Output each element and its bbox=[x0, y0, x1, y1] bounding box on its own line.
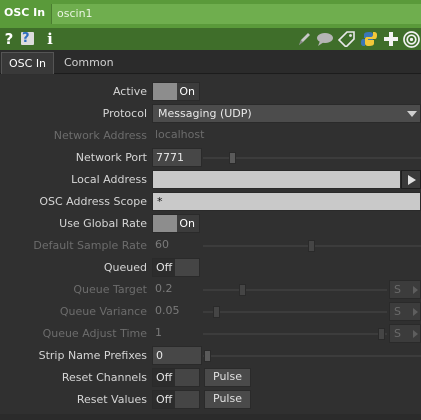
slider-handle[interactable] bbox=[239, 284, 246, 296]
param-label: Use Global Rate bbox=[59, 217, 147, 230]
toggle-knob bbox=[153, 215, 177, 232]
param-queue-adjust-time: Queue Adjust Time 1 S bbox=[0, 323, 421, 345]
use-global-rate-toggle[interactable]: On bbox=[152, 214, 200, 233]
param-label: Reset Values bbox=[76, 393, 147, 406]
panel-bottom-edge bbox=[0, 414, 421, 420]
menu-value: Messaging (UDP) bbox=[158, 107, 252, 120]
chevron-down-icon bbox=[407, 111, 417, 117]
queue-variance-field[interactable]: 0.05 bbox=[152, 302, 202, 321]
tag-icon[interactable] bbox=[338, 31, 355, 47]
param-label: Queue Target bbox=[73, 283, 147, 296]
slider-handle[interactable] bbox=[229, 152, 236, 164]
param-label: Network Address bbox=[53, 129, 147, 142]
protocol-menu[interactable]: Messaging (UDP) bbox=[152, 104, 421, 123]
param-queue-target: Queue Target 0.2 S bbox=[0, 279, 421, 301]
local-address-field[interactable] bbox=[152, 170, 401, 189]
network-port-field[interactable]: 7771 bbox=[152, 148, 202, 167]
param-label: Local Address bbox=[71, 173, 147, 186]
strip-name-prefixes-field[interactable]: 0 bbox=[152, 346, 202, 365]
python-icon[interactable] bbox=[360, 31, 378, 47]
parameter-list: Active On Protocol Messaging (UDP) Netwo… bbox=[0, 75, 421, 420]
param-label: Queue Adjust Time bbox=[42, 327, 147, 340]
param-queue-variance: Queue Variance 0.05 S bbox=[0, 301, 421, 323]
reset-values-pulse-button[interactable]: Pulse bbox=[204, 390, 251, 409]
param-default-sample-rate: Default Sample Rate 60 bbox=[0, 235, 421, 257]
param-local-address: Local Address bbox=[0, 169, 421, 191]
param-osc-address-scope: OSC Address Scope * bbox=[0, 191, 421, 213]
units-label: S bbox=[394, 305, 401, 318]
play-arrow-icon bbox=[413, 308, 418, 316]
slider-track[interactable] bbox=[203, 311, 387, 313]
operator-title-bar: OSC In oscin1 bbox=[0, 0, 421, 28]
param-label: Network Port bbox=[75, 151, 147, 164]
reset-channels-pulse-button[interactable]: Pulse bbox=[204, 368, 251, 387]
edit-pencil-icon[interactable] bbox=[297, 31, 311, 47]
tab-common[interactable]: Common bbox=[57, 52, 121, 74]
queued-toggle[interactable]: Off bbox=[152, 258, 200, 277]
reset-values-toggle[interactable]: Off bbox=[152, 390, 200, 409]
slider-track[interactable] bbox=[203, 355, 421, 357]
toggle-state: On bbox=[179, 217, 195, 230]
toggle-state: On bbox=[179, 85, 195, 98]
slider-handle[interactable] bbox=[308, 240, 315, 252]
tab-osc-in[interactable]: OSC In bbox=[1, 52, 55, 74]
toggle-knob bbox=[175, 369, 199, 386]
operator-name-field[interactable]: oscin1 bbox=[51, 4, 421, 24]
param-network-port: Network Port 7771 bbox=[0, 147, 421, 169]
parameter-page-tabs: OSC In Common bbox=[0, 50, 421, 74]
parameter-toolbar: ? ? i bbox=[0, 28, 421, 50]
queue-adjust-time-units-menu[interactable]: S bbox=[389, 324, 421, 343]
slider-track[interactable] bbox=[203, 289, 387, 291]
param-label: Active bbox=[112, 85, 147, 98]
viewer-icon[interactable] bbox=[403, 31, 420, 48]
toggle-knob bbox=[175, 391, 199, 408]
slider-handle[interactable] bbox=[204, 350, 211, 362]
python-help-icon[interactable]: ? bbox=[18, 30, 36, 48]
param-label: Queue Variance bbox=[59, 305, 147, 318]
comment-icon[interactable] bbox=[316, 31, 334, 47]
queue-adjust-time-field[interactable]: 1 bbox=[152, 324, 202, 343]
local-address-menu-button[interactable] bbox=[401, 170, 421, 189]
toggle-knob bbox=[175, 259, 199, 276]
reset-channels-toggle[interactable]: Off bbox=[152, 368, 200, 387]
help-icon[interactable]: ? bbox=[3, 30, 15, 48]
play-arrow-icon bbox=[413, 286, 418, 294]
active-toggle[interactable]: On bbox=[152, 82, 200, 101]
queue-variance-units-menu[interactable]: S bbox=[389, 302, 421, 321]
param-active: Active On bbox=[0, 81, 421, 103]
queue-target-field[interactable]: 0.2 bbox=[152, 280, 202, 299]
operator-type-label: OSC In bbox=[4, 6, 46, 19]
units-label: S bbox=[394, 327, 401, 340]
param-label: Protocol bbox=[102, 107, 147, 120]
param-strip-name-prefixes: Strip Name Prefixes 0 bbox=[0, 345, 421, 367]
slider-track[interactable] bbox=[203, 333, 387, 335]
param-label: Queued bbox=[103, 261, 147, 274]
network-address-field[interactable]: localhost bbox=[152, 126, 207, 145]
play-arrow-icon bbox=[413, 330, 418, 338]
toggle-state: Off bbox=[156, 261, 173, 274]
toggle-state: Off bbox=[156, 371, 173, 384]
param-use-global-rate: Use Global Rate On bbox=[0, 213, 421, 235]
param-network-address: Network Address localhost bbox=[0, 125, 421, 147]
plus-icon[interactable] bbox=[383, 31, 399, 47]
play-arrow-icon bbox=[408, 175, 416, 185]
toggle-state: Off bbox=[156, 393, 173, 406]
toggle-knob bbox=[153, 83, 177, 100]
queue-target-units-menu[interactable]: S bbox=[389, 280, 421, 299]
param-label: Reset Channels bbox=[61, 371, 147, 384]
param-protocol: Protocol Messaging (UDP) bbox=[0, 103, 421, 125]
info-icon[interactable]: i bbox=[46, 30, 54, 48]
param-reset-channels: Reset Channels Off Pulse bbox=[0, 367, 421, 389]
osc-address-scope-field[interactable]: * bbox=[152, 192, 421, 211]
param-queued: Queued Off bbox=[0, 257, 421, 279]
slider-handle[interactable] bbox=[213, 306, 220, 318]
param-label: Strip Name Prefixes bbox=[38, 349, 147, 362]
default-sample-rate-field[interactable]: 60 bbox=[152, 236, 202, 255]
slider-handle[interactable] bbox=[378, 328, 385, 340]
param-label: OSC Address Scope bbox=[39, 195, 147, 208]
param-reset-values: Reset Values Off Pulse bbox=[0, 389, 421, 411]
units-label: S bbox=[394, 283, 401, 296]
param-label: Default Sample Rate bbox=[33, 239, 147, 252]
